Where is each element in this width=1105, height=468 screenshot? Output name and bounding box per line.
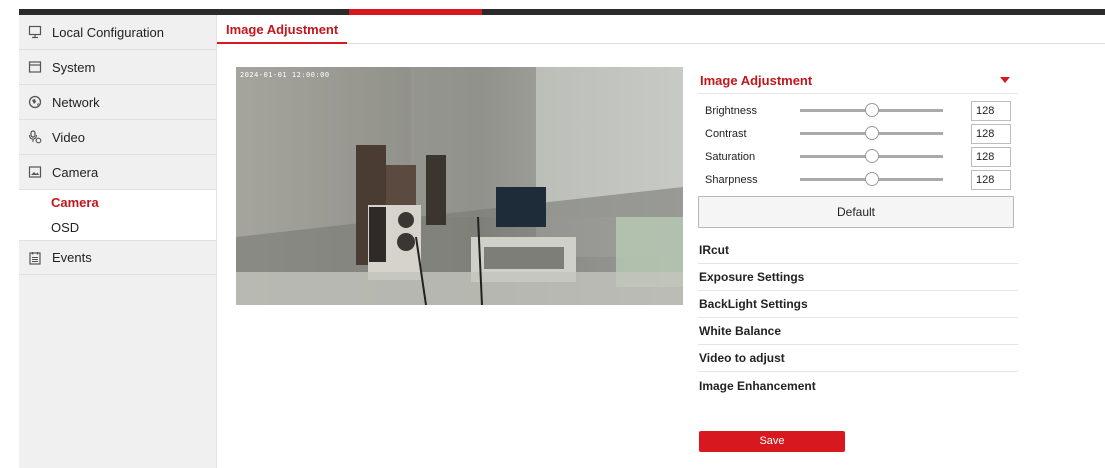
sidebar-item-label: Events (52, 250, 92, 265)
section-image-enhancement[interactable]: Image Enhancement (698, 372, 1018, 399)
settings-panel: Image Adjustment Brightness Contrast Sat… (698, 67, 1018, 399)
camera-scene-image (236, 67, 683, 305)
sidebar-item-local-configuration[interactable]: Local Configuration (19, 15, 216, 50)
video-mic-icon (19, 130, 51, 144)
events-calendar-icon (19, 251, 51, 265)
sidebar-item-label: Local Configuration (52, 24, 165, 40)
image-adjustment-section-title: Image Adjustment (700, 72, 813, 88)
sidebar-subitem-osd[interactable]: OSD (19, 215, 216, 240)
contrast-row: Contrast (698, 122, 1018, 145)
saturation-value-input[interactable] (971, 146, 1011, 167)
settings-section-list: IRcut Exposure Settings BackLight Settin… (698, 237, 1018, 399)
sharpness-label: Sharpness (705, 173, 758, 186)
sidebar-item-label: Network (52, 94, 100, 110)
contrast-label: Contrast (705, 127, 747, 140)
tab-image-adjustment[interactable]: Image Adjustment (217, 15, 348, 44)
brightness-row: Brightness (698, 99, 1018, 122)
sidebar-item-camera[interactable]: Camera (19, 155, 216, 190)
sidebar-item-label: Video (52, 129, 86, 145)
image-adjustment-section-header[interactable]: Image Adjustment (698, 67, 1018, 94)
sidebar-item-label: Camera (52, 164, 99, 180)
sharpness-row: Sharpness (698, 168, 1018, 191)
sharpness-slider[interactable] (800, 172, 943, 186)
monitor-icon (19, 25, 51, 39)
sidebar-subitem-camera[interactable]: Camera (19, 190, 216, 215)
section-backlight-settings[interactable]: BackLight Settings (698, 291, 1018, 318)
brightness-slider-thumb[interactable] (864, 103, 879, 117)
camera-image-icon (19, 165, 51, 179)
saturation-label: Saturation (705, 150, 756, 163)
sidebar-item-network[interactable]: Network (19, 85, 216, 120)
sidebar: Local Configuration System Network Video… (19, 15, 217, 468)
main-content: Image Adjustment 2024-01-01 12:00:00 Ima… (217, 15, 1105, 468)
sidebar-item-label: System (52, 59, 96, 75)
save-button[interactable]: Save (699, 431, 845, 452)
top-bar (0, 0, 1105, 15)
tab-bar: Image Adjustment (217, 15, 1105, 44)
sharpness-slider-thumb[interactable] (864, 172, 879, 186)
network-globe-icon (19, 95, 51, 109)
brightness-slider[interactable] (800, 103, 943, 117)
contrast-slider[interactable] (800, 126, 943, 140)
section-exposure-settings[interactable]: Exposure Settings (698, 264, 1018, 291)
sidebar-item-video[interactable]: Video (19, 120, 216, 155)
section-white-balance[interactable]: White Balance (698, 318, 1018, 345)
contrast-slider-thumb[interactable] (864, 126, 879, 140)
section-ircut[interactable]: IRcut (698, 237, 1018, 264)
saturation-row: Saturation (698, 145, 1018, 168)
contrast-value-input[interactable] (971, 123, 1011, 144)
brightness-label: Brightness (705, 104, 757, 117)
sidebar-item-system[interactable]: System (19, 50, 216, 85)
video-timestamp-overlay: 2024-01-01 12:00:00 (240, 71, 330, 79)
saturation-slider[interactable] (800, 149, 943, 163)
section-video-to-adjust[interactable]: Video to adjust (698, 345, 1018, 372)
sidebar-item-events[interactable]: Events (19, 240, 216, 275)
default-button[interactable]: Default (698, 196, 1014, 228)
sharpness-value-input[interactable] (971, 169, 1011, 190)
saturation-slider-thumb[interactable] (864, 149, 879, 163)
caret-down-icon (1000, 77, 1010, 83)
brightness-value-input[interactable] (971, 100, 1011, 121)
video-preview: 2024-01-01 12:00:00 (236, 67, 683, 305)
system-icon (19, 60, 51, 74)
